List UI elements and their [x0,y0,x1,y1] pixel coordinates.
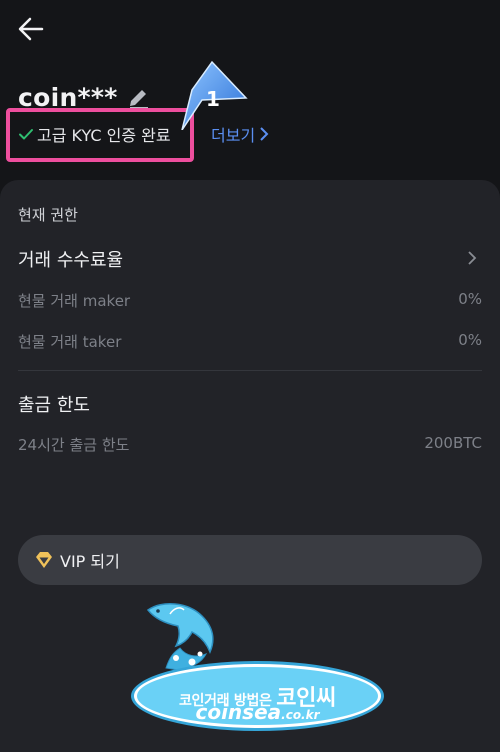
back-button[interactable] [16,14,46,44]
back-arrow-icon [18,17,44,41]
callout-number: 1 [206,87,220,111]
divider [18,370,482,371]
kyc-status: 고급 KYC 인증 완료 [18,122,171,146]
become-vip-button[interactable]: VIP 되기 [18,535,482,585]
watermark-line2: coinsea.co.kr [130,700,385,724]
kyc-status-label: 고급 KYC 인증 완료 [37,126,171,145]
withdrawal-limit-label: 24시간 출금 한도 [18,436,130,454]
check-icon [19,129,33,140]
chevron-right-icon [260,127,269,141]
withdrawal-limit-value: 200BTC [424,434,482,452]
watermark-line2-main: coinsea [195,700,282,724]
edit-username-button[interactable] [126,86,150,110]
top-bar [0,0,500,60]
callout-marker: 1 [181,60,248,130]
coinsea-watermark: 코인거래 방법은 코인씨 coinsea.co.kr [130,596,385,736]
diamond-icon [36,552,52,568]
taker-fee-value: 0% [458,331,482,349]
maker-fee-label: 현물 거래 maker [18,292,131,310]
section-title-permissions: 현재 권한 [18,206,78,224]
taker-fee-label: 현물 거래 taker [18,333,122,351]
watermark-line2-small: .co.kr [281,708,320,722]
withdrawal-limit-title: 출금 한도 [18,395,90,416]
fee-rate-title: 거래 수수료율 [18,250,124,271]
pencil-icon [130,90,148,109]
chevron-right-icon [468,251,477,265]
fee-rate-row[interactable]: 거래 수수료율 [0,240,500,276]
become-vip-label: VIP 되기 [60,552,120,571]
maker-fee-value: 0% [458,290,482,308]
